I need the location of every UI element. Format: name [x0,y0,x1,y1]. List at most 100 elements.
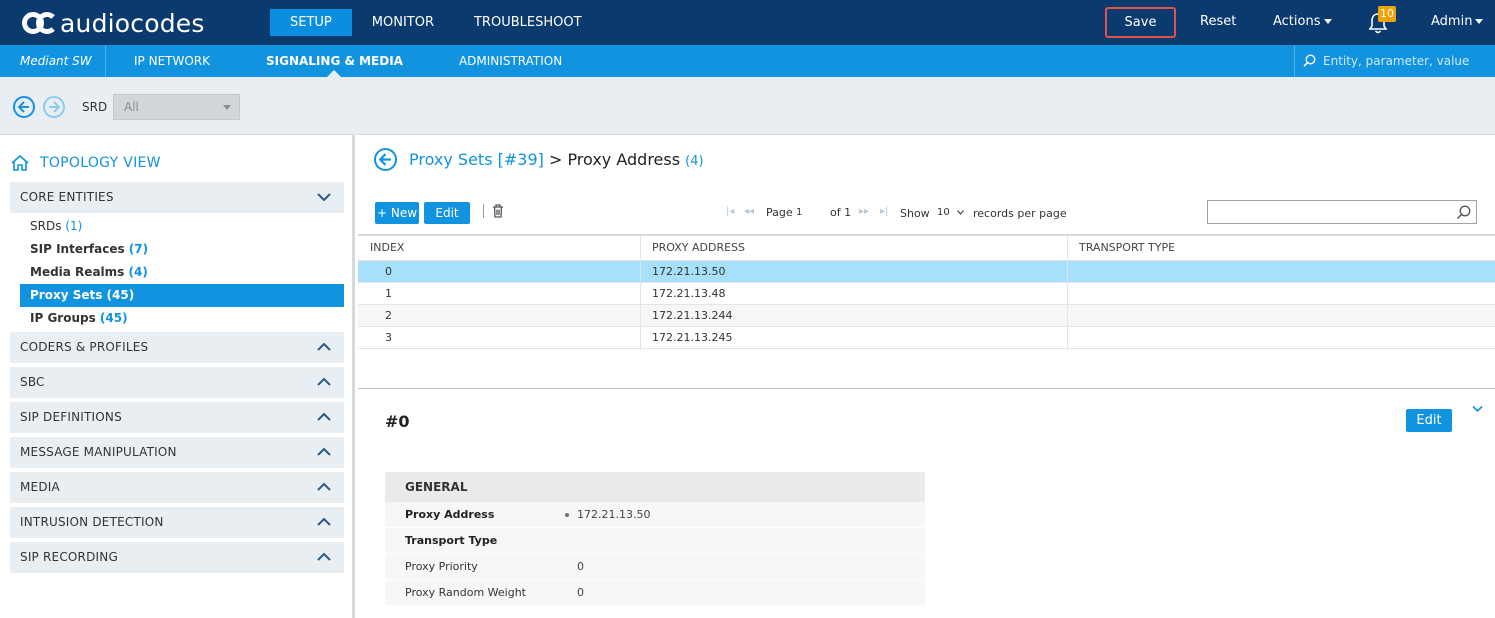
subnav-ip-network[interactable]: IP NETWORK [106,45,238,77]
sidebar: TOPOLOGY VIEW CORE ENTITIES SRDs (1) SIP… [0,135,355,618]
admin-menu-button[interactable]: Admin [1431,14,1484,29]
table-header: INDEX PROXY ADDRESS TRANSPORT TYPE [358,236,1495,261]
section-sip-recording[interactable]: SIP RECORDING [10,542,344,573]
cell-proxy-address: 172.21.13.48 [641,283,1068,304]
page-number-input[interactable]: 1 [796,207,802,218]
section-label: CODERS & PROFILES [20,340,149,354]
cell-proxy-address: 172.21.13.50 [641,261,1068,282]
first-page-icon[interactable]: |◂ [726,206,734,217]
column-header-proxy-address[interactable]: PROXY ADDRESS [641,236,1068,260]
sidebar-item-proxy-sets[interactable]: Proxy Sets (45) [20,284,344,307]
table-search-input[interactable] [1211,203,1446,221]
section-intrusion-detection[interactable]: INTRUSION DETECTION [10,507,344,538]
detail-key: Proxy Priority [405,560,478,573]
chevron-up-icon [317,482,331,491]
sidebar-item-count: (1) [65,219,83,233]
history-forward-button[interactable] [43,96,65,118]
arrow-left-icon [18,101,29,113]
sidebar-item-count: (7) [128,242,149,256]
breadcrumb-parent-link[interactable]: Proxy Sets [#39] [409,150,544,169]
search-icon[interactable] [1456,205,1471,220]
subnav-administration[interactable]: ADMINISTRATION [431,45,590,77]
new-button[interactable]: + New [375,202,419,224]
show-label: Show [900,207,930,220]
page-title: Proxy Sets [#39] > Proxy Address (4) [409,150,704,169]
table-row[interactable]: 1 172.21.13.48 [358,283,1495,305]
srd-select[interactable]: All [113,94,240,120]
cell-proxy-address: 172.21.13.245 [641,327,1068,348]
sidebar-item-label: Proxy Sets [30,288,103,302]
chevron-down-icon [317,193,331,202]
breadcrumb-separator: > [543,150,568,169]
proxy-address-table: INDEX PROXY ADDRESS TRANSPORT TYPE 0 172… [358,234,1495,349]
logo-mark-icon [22,10,58,36]
section-media[interactable]: MEDIA [10,472,344,503]
sidebar-item-count: (45) [106,288,135,302]
srd-label: SRD [82,100,108,114]
actions-menu-button[interactable]: Actions [1273,14,1332,29]
top-bar: audiocodes SETUP MONITOR TROUBLESHOOT Sa… [0,0,1495,45]
page-label: Page [766,206,793,219]
topology-view-link[interactable]: TOPOLOGY VIEW [10,154,161,172]
history-back-button[interactable] [13,96,35,118]
section-sip-definitions[interactable]: SIP DEFINITIONS [10,402,344,433]
sidebar-item-srds[interactable]: SRDs (1) [20,215,344,238]
main-nav: SETUP MONITOR TROUBLESHOOT [270,9,602,36]
sidebar-item-sip-interfaces[interactable]: SIP Interfaces (7) [20,238,344,261]
caret-down-icon [1475,19,1484,24]
edit-button[interactable]: Edit [424,202,470,224]
sub-nav: IP NETWORK SIGNALING & MEDIA ADMINISTRAT… [106,45,590,77]
panel-divider[interactable] [358,388,1495,389]
back-button[interactable] [374,148,397,171]
cell-transport-type [1068,261,1495,282]
detail-key: Transport Type [405,534,498,547]
section-label: MEDIA [20,480,60,494]
trash-icon[interactable] [492,204,504,218]
nav-setup[interactable]: SETUP [270,9,352,36]
section-sbc[interactable]: SBC [10,367,344,398]
chevron-up-icon [317,412,331,421]
save-button[interactable]: Save [1105,7,1176,38]
column-header-transport-type[interactable]: TRANSPORT TYPE [1068,236,1495,260]
table-row[interactable]: 3 172.21.13.245 [358,327,1495,349]
record-edit-button[interactable]: Edit [1406,409,1452,432]
record-title: #0 [385,412,410,431]
cell-proxy-address: 172.21.13.244 [641,305,1068,326]
sidebar-item-label: IP Groups [30,311,96,325]
sidebar-item-ip-groups[interactable]: IP Groups (45) [20,307,344,330]
prev-page-icon[interactable]: ◂◂ [744,206,754,217]
table-row[interactable]: 2 172.21.13.244 [358,305,1495,327]
chevron-down-icon[interactable] [957,210,964,215]
subnav-signaling-media[interactable]: SIGNALING & MEDIA [238,45,431,77]
detail-row: Transport Type [385,528,925,554]
sidebar-item-count: (45) [99,311,128,325]
records-per-page-select[interactable]: 10 [937,207,950,218]
section-coders-profiles[interactable]: CODERS & PROFILES [10,332,344,363]
chevron-up-icon [317,552,331,561]
record-details: GENERAL Proxy Address 172.21.13.50 Trans… [385,472,925,606]
detail-key: Proxy Address [405,508,495,521]
detail-row: Proxy Priority 0 [385,554,925,580]
section-core-entities[interactable]: CORE ENTITIES [10,182,344,213]
sidebar-item-media-realms[interactable]: Media Realms (4) [20,261,344,284]
last-page-icon[interactable]: ▸| [880,206,888,217]
nav-monitor[interactable]: MONITOR [352,9,454,36]
detail-key: Proxy Random Weight [405,586,526,599]
chevron-down-icon[interactable] [1472,405,1483,413]
global-search-input[interactable] [1323,51,1483,71]
nav-troubleshoot[interactable]: TROUBLESHOOT [454,9,602,36]
table-search [1207,200,1477,224]
chevron-up-icon [317,342,331,351]
audiocodes-logo[interactable]: audiocodes [22,8,205,38]
detail-value: 0 [577,586,584,599]
reset-button[interactable]: Reset [1200,14,1236,29]
section-label: INTRUSION DETECTION [20,515,164,529]
detail-value: 0 [577,560,584,573]
next-page-icon[interactable]: ▸▸ [859,206,869,217]
cell-index: 0 [358,261,641,282]
table-row[interactable]: 0 172.21.13.50 [358,261,1495,283]
section-label: SBC [20,375,45,389]
sub-nav-bar: Mediant SW IP NETWORK SIGNALING & MEDIA … [0,45,1495,77]
section-message-manipulation[interactable]: MESSAGE MANIPULATION [10,437,344,468]
column-header-index[interactable]: INDEX [358,236,641,260]
